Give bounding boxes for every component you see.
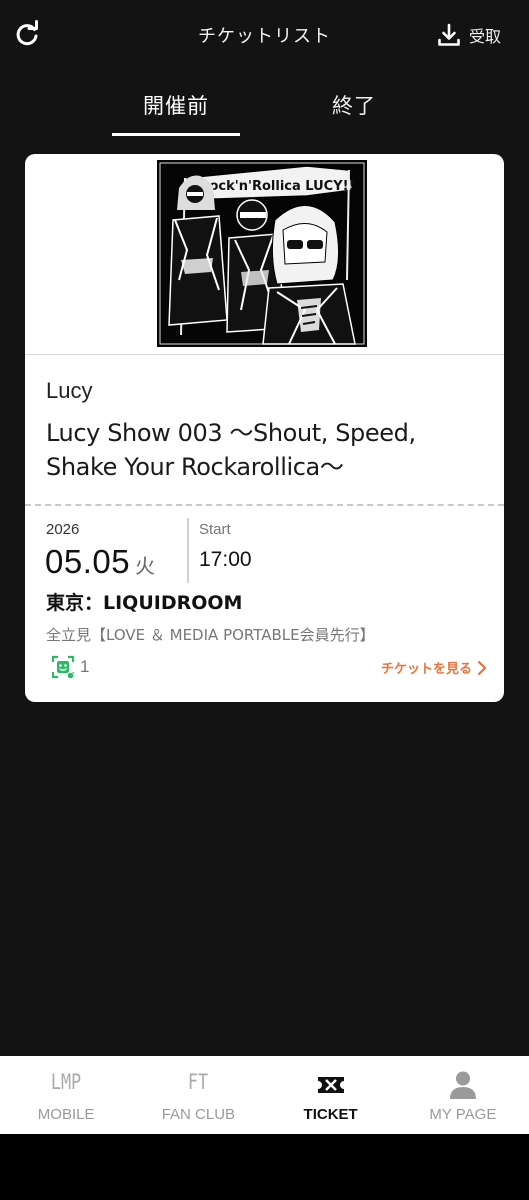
nav-ticket-label: TICKET [303, 1106, 358, 1123]
seat-type: 全立見【LOVE ＆ MEDIA PORTABLE会員先行】 [46, 626, 375, 644]
system-bottom-bar [0, 1134, 529, 1200]
bottom-nav: LMP MOBILE FT FAN CLUB TICKET MY PAGE [0, 1056, 529, 1134]
app-header: チケットリスト 受取 [0, 0, 529, 70]
person-icon [449, 1071, 476, 1099]
active-tab-indicator [112, 133, 240, 136]
event-year: 2026 [46, 521, 80, 538]
nav-mobile-label: MOBILE [37, 1106, 95, 1123]
tab-upcoming[interactable]: 開催前 [112, 90, 240, 120]
venue: 東京：LIQUIDROOM [46, 592, 243, 614]
face-ticket-icon [51, 655, 75, 679]
event-weekday: 火 [135, 554, 155, 578]
ticket-icon [317, 1077, 344, 1093]
start-label: Start [199, 521, 231, 538]
nav-my-page-label: MY PAGE [429, 1106, 497, 1123]
ticket-card[interactable]: Rock'n'Rollica LUCY!! Lucy Lucy Show 003… [25, 154, 504, 702]
event-title: Lucy Show 003 〜Shout, Speed, Shake Your … [46, 419, 416, 481]
artwork-lettering: Rock'n'Rollica LUCY!! [199, 179, 354, 194]
nav-fan-club-label: FAN CLUB [161, 1106, 236, 1123]
card-divider [25, 354, 504, 355]
ticket-tabs: 開催前 終了 [0, 82, 529, 138]
view-ticket-link[interactable]: チケットを見る [381, 658, 488, 677]
receive-button[interactable]: 受取 [437, 22, 501, 48]
receive-label: 受取 [468, 27, 501, 46]
event-date: 05.05 [45, 543, 131, 580]
tab-finished[interactable]: 終了 [290, 90, 418, 120]
nav-my-page[interactable]: MY PAGE [397, 1056, 529, 1134]
nav-fan-club[interactable]: FT FAN CLUB [132, 1056, 264, 1134]
view-ticket-label: チケットを見る [380, 662, 472, 677]
date-separator [187, 518, 189, 583]
lmp-logo-icon: LMP [50, 1070, 82, 1094]
artwork-illustration: Rock'n'Rollica LUCY!! [157, 160, 367, 347]
start-time: 17:00 [199, 548, 252, 571]
artist-name: Lucy [46, 378, 93, 403]
chevron-right-icon [477, 660, 487, 675]
nav-ticket[interactable]: TICKET [265, 1056, 397, 1134]
download-icon [438, 23, 460, 46]
ticket-quantity: 1 [80, 657, 90, 676]
event-artwork: Rock'n'Rollica LUCY!! [157, 160, 367, 347]
nav-mobile[interactable]: LMP MOBILE [0, 1056, 132, 1134]
ft-logo-icon: FT [188, 1070, 209, 1094]
dashed-divider [25, 504, 504, 506]
